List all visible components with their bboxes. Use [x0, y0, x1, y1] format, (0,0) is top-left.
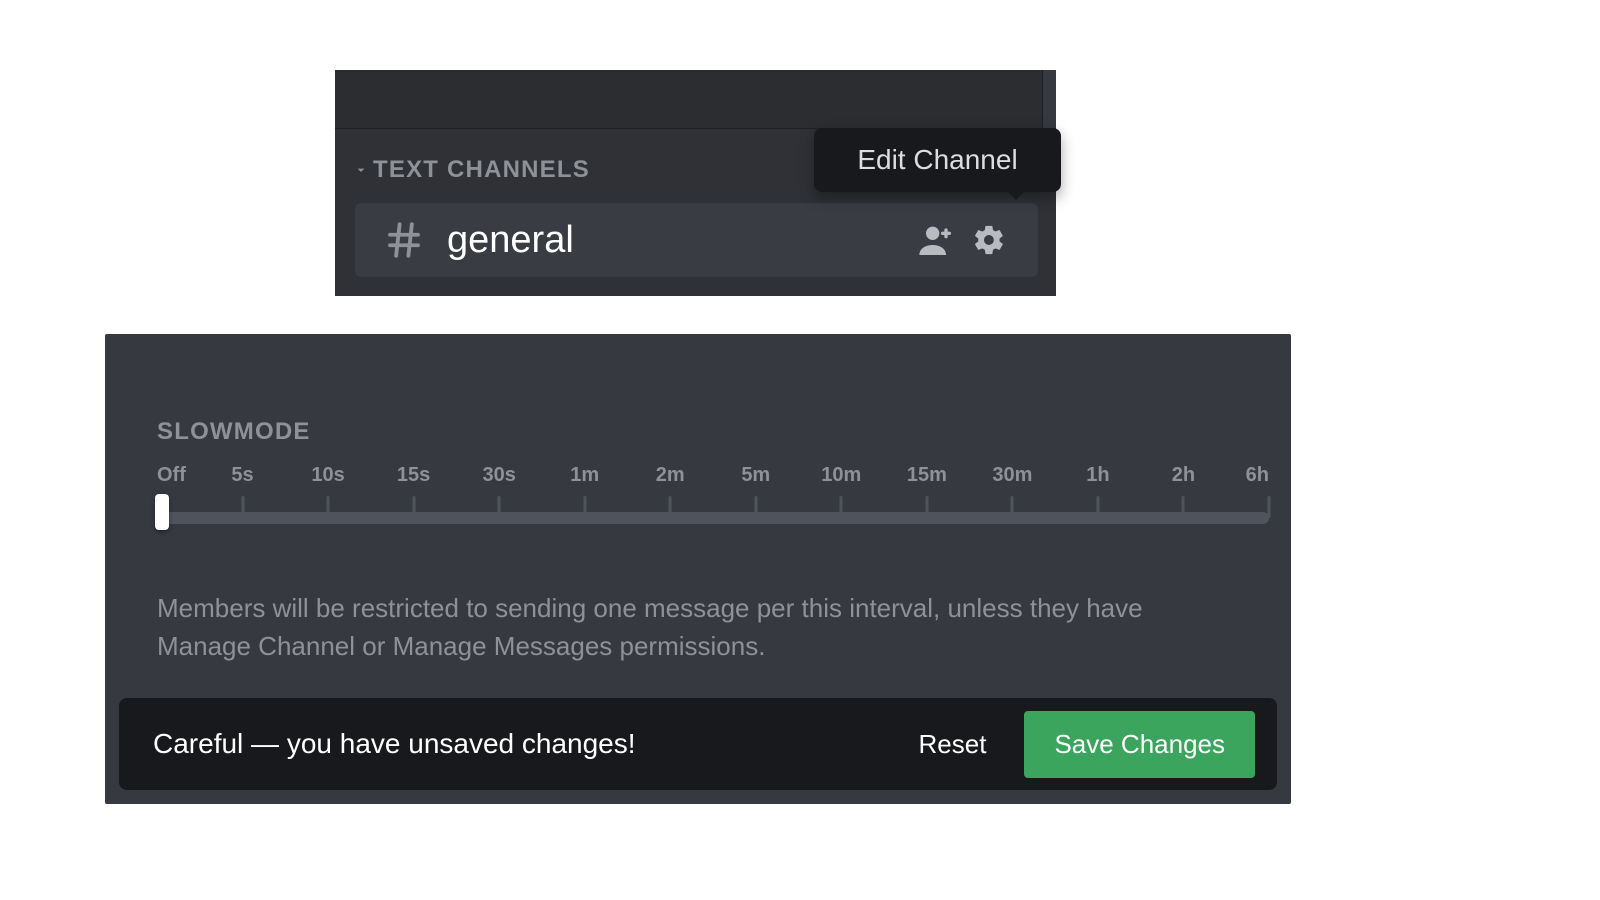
slider-mark-label: 15m — [907, 464, 947, 487]
edit-channel-tooltip: Edit Channel — [814, 128, 1061, 192]
panel-top-strip — [335, 70, 1056, 128]
slider-mark-label: 2m — [656, 464, 685, 487]
save-changes-button[interactable]: Save Changes — [1024, 711, 1255, 778]
channel-name-label: general — [447, 219, 916, 262]
tooltip-arrow-icon — [1006, 190, 1026, 200]
slider-mark-label: 1h — [1086, 464, 1109, 487]
unsaved-changes-message: Careful — you have unsaved changes! — [153, 728, 899, 760]
slider-mark-label: 6h — [1246, 464, 1269, 487]
slider-mark-label: 15s — [397, 464, 430, 487]
channel-item-general[interactable]: general — [355, 203, 1038, 277]
slider-mark-label: 30m — [992, 464, 1032, 487]
gear-icon[interactable] — [972, 223, 1006, 257]
channel-category-label: TEXT CHANNELS — [373, 156, 590, 184]
chevron-down-icon — [353, 162, 369, 178]
slider-mark-label: 2h — [1172, 464, 1195, 487]
hash-icon — [383, 219, 425, 261]
channel-category-header[interactable]: TEXT CHANNELS — [353, 156, 590, 184]
unsaved-changes-bar: Careful — you have unsaved changes! Rese… — [119, 698, 1277, 790]
slowmode-title: SLOWMODE — [157, 418, 311, 446]
panel-right-strip — [1042, 70, 1056, 128]
slider-mark-label: 10s — [311, 464, 344, 487]
slider-mark-label: 10m — [821, 464, 861, 487]
channel-actions — [916, 220, 1006, 260]
slider-thumb[interactable] — [155, 494, 169, 530]
channel-list-panel: TEXT CHANNELS general — [335, 70, 1056, 296]
slowmode-description: Members will be restricted to sending on… — [157, 590, 1239, 665]
slowmode-settings-panel: SLOWMODE Off 5s 10s 15s 30s 1m 2m 5m 10m 15m 30m 1h… — [105, 334, 1291, 804]
slider-mark-label: 30s — [482, 464, 515, 487]
slider-mark-label: 5s — [231, 464, 253, 487]
invite-user-icon[interactable] — [916, 220, 956, 260]
slider-track[interactable] — [157, 512, 1269, 524]
slowmode-slider[interactable]: Off 5s 10s 15s 30s 1m 2m 5m 10m 15m 30m 1h 2h 6h — [157, 464, 1269, 524]
slider-mark-label: 1m — [570, 464, 599, 487]
slider-mark-label: 5m — [741, 464, 770, 487]
slider-mark-labels: Off 5s 10s 15s 30s 1m 2m 5m 10m 15m 30m 1h 2h 6h — [157, 464, 1269, 492]
slider-mark-label: Off — [157, 464, 186, 487]
reset-button[interactable]: Reset — [899, 719, 1007, 770]
